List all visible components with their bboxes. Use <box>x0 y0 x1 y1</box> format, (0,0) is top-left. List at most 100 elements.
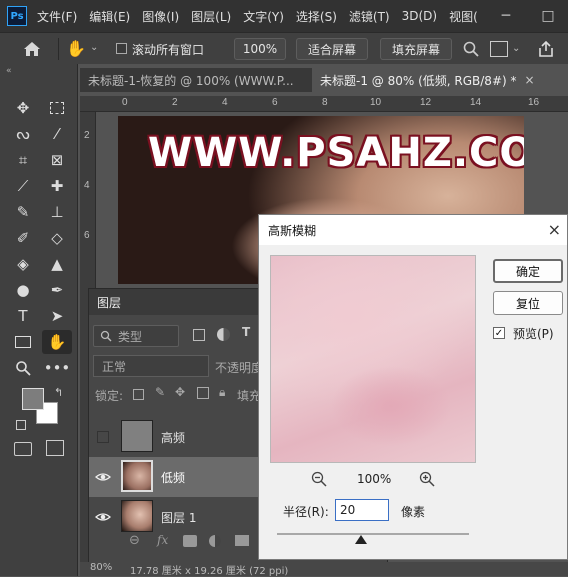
add-mask-icon[interactable] <box>183 535 197 547</box>
eye-icon[interactable] <box>95 469 111 485</box>
scroll-all-checkbox[interactable] <box>116 43 127 54</box>
zoom-100-button[interactable]: 100% <box>234 38 286 60</box>
fit-screen-button[interactable]: 适合屏幕 <box>296 38 368 60</box>
ruler-tick-label: 2 <box>84 130 90 141</box>
share-icon[interactable] <box>536 39 556 59</box>
workspace-chevron-icon[interactable]: ⌄ <box>512 43 520 54</box>
group-folder-icon[interactable] <box>235 535 249 546</box>
zoom-out-icon[interactable] <box>311 471 327 487</box>
chevron-down-icon[interactable]: ⌄ <box>90 42 98 53</box>
blur-preview[interactable] <box>270 255 476 463</box>
eye-icon[interactable] <box>95 509 111 525</box>
link-layers-icon[interactable]: ⊖ <box>129 533 140 548</box>
home-icon[interactable] <box>22 40 42 58</box>
filter-adjustment-icon[interactable] <box>217 328 230 341</box>
more-tools-icon[interactable]: ••• <box>44 356 71 380</box>
brush-tool-icon[interactable]: ✎ <box>10 200 36 224</box>
menu-file[interactable]: 文件(F) <box>37 8 77 25</box>
lasso-tool-icon[interactable]: ᔓ <box>10 122 36 146</box>
visibility-toggle-off[interactable] <box>97 431 109 443</box>
menu-select[interactable]: 选择(S) <box>296 8 337 25</box>
radius-input[interactable]: 20 <box>335 499 389 521</box>
ruler-tick-label: 10 <box>370 97 382 108</box>
layer-thumbnail <box>121 500 153 532</box>
ruler-tick-label: 6 <box>272 97 278 108</box>
magic-wand-tool-icon[interactable]: ⁄ <box>44 122 70 146</box>
tab-recovered-doc[interactable]: 未标题-1-恢复的 @ 100% (WWW.P... <box>80 68 310 92</box>
blend-mode-select[interactable]: 正常 <box>93 355 209 377</box>
document-tab-bar: 未标题-1-恢复的 @ 100% (WWW.P... 未标题-1 @ 80% (… <box>80 68 568 92</box>
pen-tool-icon[interactable]: ✒ <box>44 278 70 302</box>
opacity-label: 不透明度 <box>215 361 264 375</box>
minimize-button[interactable]: ─ <box>488 0 524 32</box>
fx-icon[interactable]: fx <box>157 533 168 547</box>
layer-name: 低频 <box>161 471 186 485</box>
eyedropper-tool-icon[interactable]: ⟋ <box>10 174 36 198</box>
menu-view[interactable]: 视图( <box>449 8 478 25</box>
lock-transparent-icon[interactable] <box>133 389 144 400</box>
ruler-tick-label: 2 <box>172 97 178 108</box>
lock-label: 锁定: <box>95 389 124 403</box>
move-tool-icon[interactable]: ✥ <box>10 96 36 120</box>
status-bar: 80% 17.78 厘米 x 19.26 厘米 (72 ppi) <box>80 562 568 577</box>
lock-position-icon[interactable]: ✥ <box>175 385 185 399</box>
eraser-tool-icon[interactable]: ◇ <box>44 226 70 250</box>
lock-all-icon[interactable]: 🔒︎ <box>219 385 225 400</box>
preview-checkbox[interactable]: ✓ <box>493 327 505 339</box>
sharpen-tool-icon[interactable]: ▲ <box>44 252 70 276</box>
quick-mask-icon[interactable] <box>14 442 32 456</box>
dialog-close-icon[interactable]: × <box>548 220 561 239</box>
radius-slider-thumb[interactable] <box>355 535 367 544</box>
foreground-color-swatch[interactable] <box>22 388 44 410</box>
horizontal-ruler: 0 2 4 6 8 10 12 14 16 <box>80 96 568 112</box>
marquee-tool-icon[interactable] <box>44 96 70 120</box>
menu-type[interactable]: 文字(Y) <box>243 8 284 25</box>
history-brush-tool-icon[interactable]: ✐ <box>10 226 36 250</box>
layers-panel-title[interactable]: 图层 <box>97 294 121 311</box>
collapse-icon[interactable]: « <box>6 66 12 76</box>
ruler-tick-label: 4 <box>84 180 90 191</box>
workspace-icon[interactable] <box>490 41 508 57</box>
tab-close-icon[interactable]: × <box>525 73 535 87</box>
zoom-tool-icon[interactable] <box>10 356 36 380</box>
search-icon[interactable] <box>462 40 480 58</box>
menu-3d[interactable]: 3D(D) <box>402 9 437 23</box>
menu-edit[interactable]: 编辑(E) <box>89 8 130 25</box>
healing-brush-tool-icon[interactable]: ✚ <box>44 174 70 198</box>
filter-pixel-icon[interactable] <box>193 329 205 341</box>
filter-type-icon[interactable]: T <box>242 325 250 339</box>
preview-label: 预览(P) <box>513 327 554 341</box>
layer-name: 高频 <box>161 431 186 445</box>
swap-colors-icon[interactable]: ↰ <box>54 386 63 399</box>
hand-tool-active-icon[interactable]: ✋ <box>42 330 72 354</box>
reset-button[interactable]: 复位 <box>493 291 563 315</box>
crop-tool-icon[interactable]: ⌗ <box>10 148 36 172</box>
menu-layer[interactable]: 图层(L) <box>191 8 231 25</box>
clone-stamp-tool-icon[interactable]: ⊥ <box>44 200 70 224</box>
tab-active-label: 未标题-1 @ 80% (低频, RGB/8#) * <box>320 73 517 88</box>
menu-filter[interactable]: 滤镜(T) <box>349 8 390 25</box>
layer-thumbnail <box>121 460 153 492</box>
maximize-button[interactable]: □ <box>530 0 566 32</box>
hand-tool-icon[interactable]: ✋ <box>66 39 86 59</box>
lock-pixels-icon[interactable]: ✎ <box>155 385 165 399</box>
frame-tool-icon[interactable]: ⊠ <box>44 148 70 172</box>
layer-filter-select[interactable]: 类型 <box>93 325 179 347</box>
menu-image[interactable]: 图像(I) <box>142 8 179 25</box>
zoom-in-icon[interactable] <box>419 471 435 487</box>
radius-slider-track[interactable] <box>277 533 469 535</box>
dodge-tool-icon[interactable]: ● <box>10 278 36 302</box>
rectangle-tool-icon[interactable] <box>10 330 36 354</box>
default-colors-icon[interactable] <box>16 420 26 430</box>
path-selection-tool-icon[interactable]: ➤ <box>44 304 70 328</box>
lock-artboard-icon[interactable] <box>197 387 209 399</box>
screen-mode-icon[interactable] <box>46 440 64 456</box>
status-zoom[interactable]: 80% <box>90 562 112 573</box>
search-icon <box>100 330 112 342</box>
paint-bucket-tool-icon[interactable]: ◈ <box>10 252 36 276</box>
fill-screen-button[interactable]: 填充屏幕 <box>380 38 452 60</box>
tab-active-doc[interactable]: 未标题-1 @ 80% (低频, RGB/8#) * × <box>312 68 568 92</box>
adjustment-layer-icon[interactable] <box>209 535 221 547</box>
ok-button[interactable]: 确定 <box>493 259 563 283</box>
type-tool-icon[interactable]: T <box>10 304 36 328</box>
